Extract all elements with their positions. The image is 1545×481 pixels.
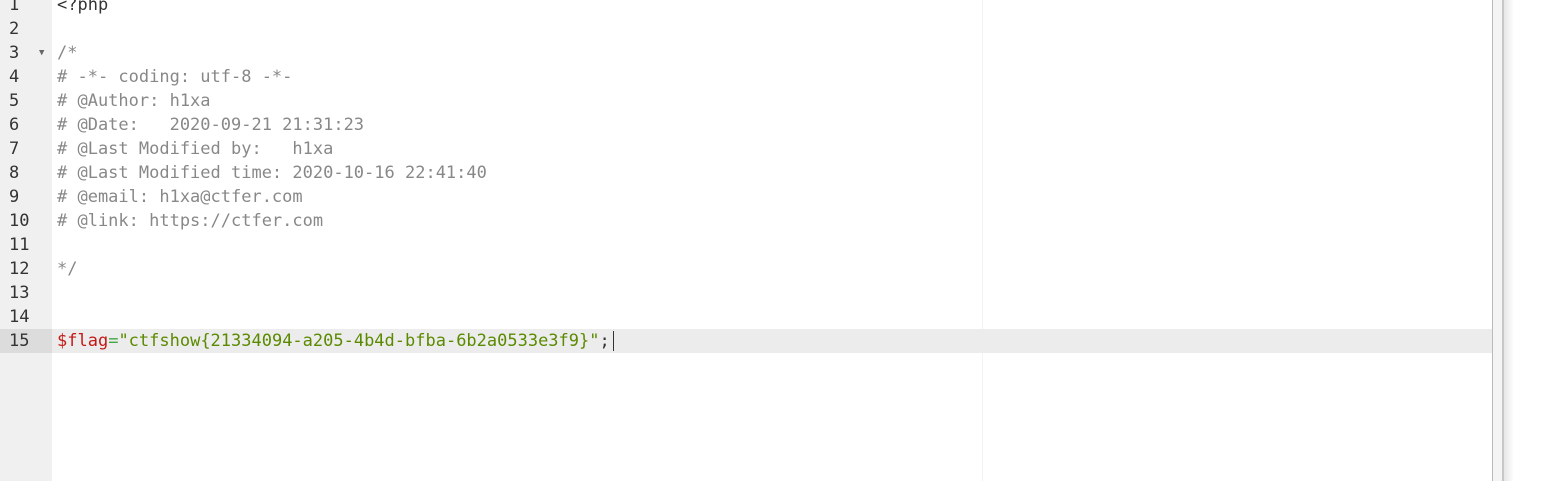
comment-text: # -*- coding: utf-8 -*- — [57, 67, 293, 87]
code-line-3[interactable]: 3 ▼ /* — [0, 41, 1492, 65]
code-line-11[interactable]: 11 — [0, 233, 1492, 257]
line-number: 13 — [9, 283, 30, 303]
comment-text: # @email: h1xa@ctfer.com — [57, 187, 303, 207]
code-editor[interactable]: 1 <?php 2 3 ▼ /* 4 # -*- coding: utf-8 -… — [0, 0, 1545, 481]
line-number: 5 — [9, 91, 20, 111]
code-line-6[interactable]: 6 # @Date: 2020-09-21 21:31:23 — [0, 113, 1492, 137]
comment-text: # @Last Modified by: h1xa — [57, 139, 334, 159]
code-line-1[interactable]: 1 <?php — [0, 0, 1492, 17]
line-number: 12 — [9, 259, 30, 279]
line-number: 9 — [9, 187, 20, 207]
code-line-8[interactable]: 8 # @Last Modified time: 2020-10-16 22:4… — [0, 161, 1492, 185]
line-number: 14 — [9, 307, 30, 327]
fold-triangle-down-icon[interactable]: ▼ — [39, 41, 44, 65]
line-number: 7 — [9, 139, 20, 159]
code-line-9[interactable]: 9 # @email: h1xa@ctfer.com — [0, 185, 1492, 209]
line-number: 8 — [9, 163, 20, 183]
text-cursor — [612, 331, 614, 351]
variable-token: $flag — [57, 331, 109, 351]
code-line-4[interactable]: 4 # -*- coding: utf-8 -*- — [0, 65, 1492, 89]
line-number: 6 — [9, 115, 20, 135]
string-token: "ctfshow{21334094-a205-4b4d-bfba-6b2a053… — [118, 331, 600, 351]
line-number: 2 — [9, 19, 20, 39]
operator-token: = — [108, 331, 119, 351]
code-line-15-active[interactable]: 15 $flag="ctfshow{21334094-a205-4b4d-bfb… — [0, 329, 1492, 353]
line-number: 11 — [9, 235, 30, 255]
comment-text: # @link: https://ctfer.com — [57, 211, 324, 231]
flag-assignment: $flag="ctfshow{21334094-a205-4b4d-bfba-6… — [57, 329, 614, 353]
panel-edge — [1504, 0, 1545, 481]
semicolon-token: ; — [599, 331, 610, 351]
comment-text: # @Date: 2020-09-21 21:31:23 — [57, 115, 365, 135]
comment-text: # @Last Modified time: 2020-10-16 22:41:… — [57, 163, 487, 183]
code-line-10[interactable]: 10 # @link: https://ctfer.com — [0, 209, 1492, 233]
line-number: 10 — [9, 211, 30, 231]
code-line-13[interactable]: 13 — [0, 281, 1492, 305]
code-line-5[interactable]: 5 # @Author: h1xa — [0, 89, 1492, 113]
comment-text: /* — [57, 43, 78, 63]
line-number: 1 — [9, 0, 20, 15]
comment-text: */ — [57, 259, 78, 279]
code-line-7[interactable]: 7 # @Last Modified by: h1xa — [0, 137, 1492, 161]
vertical-scrollbar[interactable] — [1492, 0, 1504, 481]
php-open-tag: <?php — [57, 0, 109, 15]
code-line-12[interactable]: 12 */ — [0, 257, 1492, 281]
line-number: 15 — [0, 329, 52, 353]
code-lines[interactable]: 1 <?php 2 3 ▼ /* 4 # -*- coding: utf-8 -… — [0, 0, 1492, 353]
code-line-2[interactable]: 2 — [0, 17, 1492, 41]
code-line-14[interactable]: 14 — [0, 305, 1492, 329]
line-number: 4 — [9, 67, 20, 87]
comment-text: # @Author: h1xa — [57, 91, 211, 111]
